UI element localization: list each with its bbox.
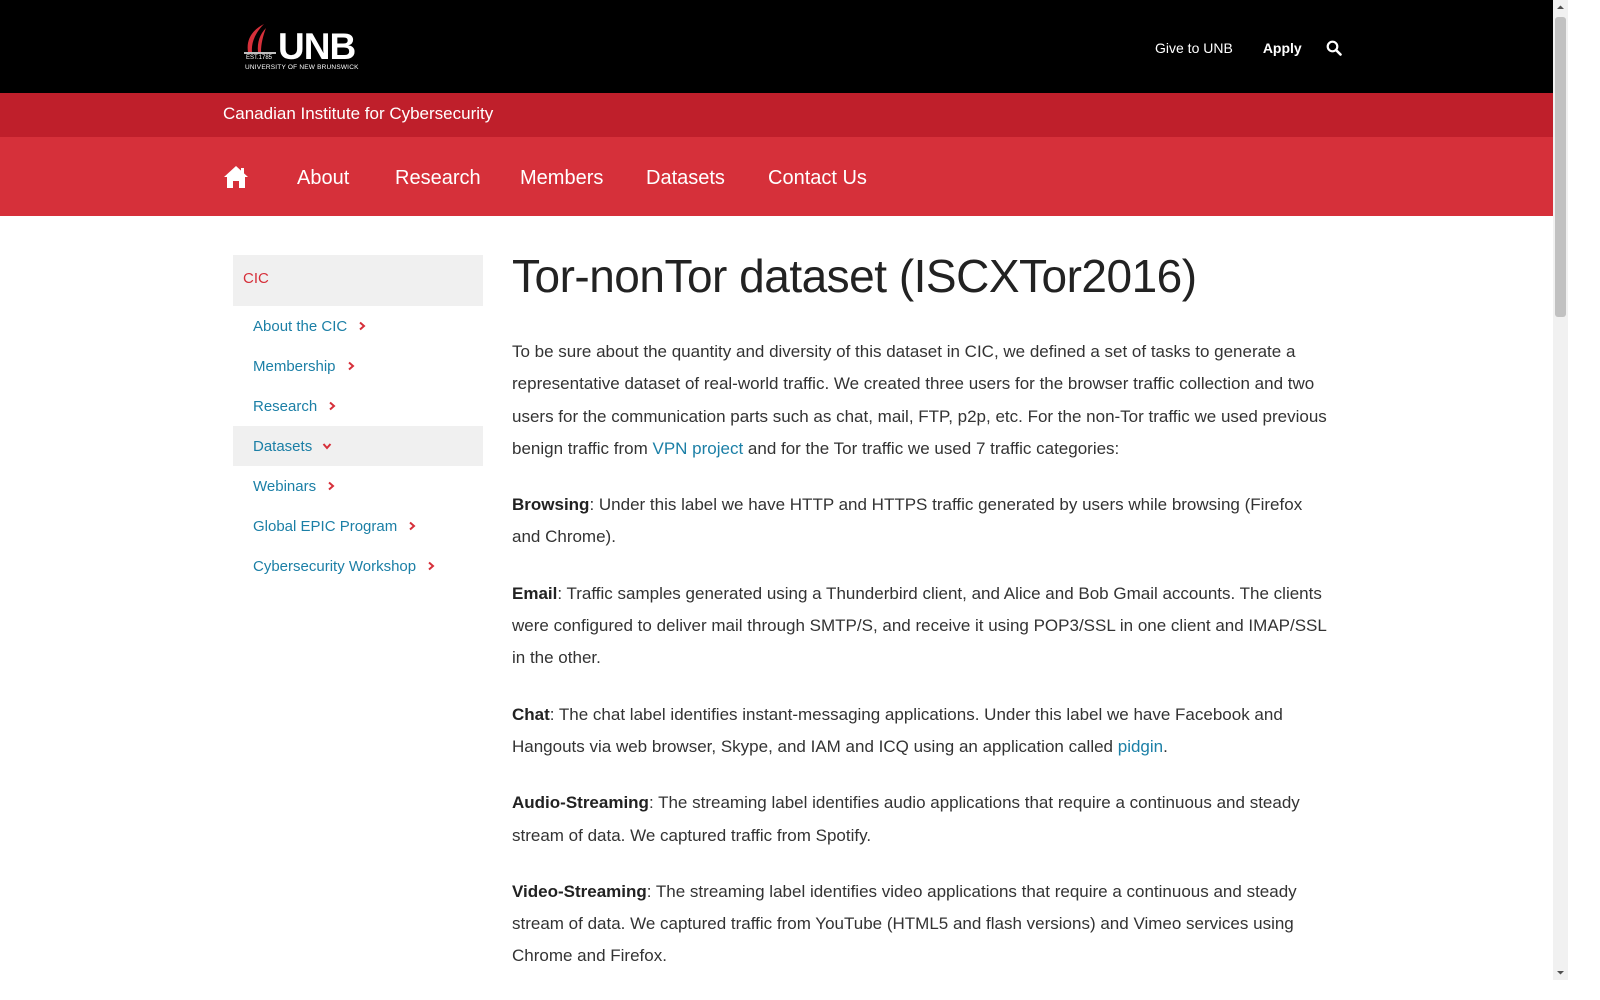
- pidgin-link[interactable]: pidgin: [1118, 737, 1163, 756]
- sidebar-item-research[interactable]: Research: [233, 386, 483, 426]
- main-nav: About Research Members Datasets Contact …: [0, 137, 1553, 216]
- sidebar: CIC About the CIC Membership Research Da…: [233, 255, 483, 586]
- sidebar-item-label: Datasets: [253, 437, 313, 455]
- chat-paragraph: Chat: The chat label identifies instant-…: [512, 699, 1327, 764]
- sidebar-item-webinars[interactable]: Webinars: [233, 466, 483, 506]
- top-bar: UNB EST.1785 UNIVERSITY OF NEW BRUNSWICK…: [0, 0, 1553, 93]
- logo-est: EST.1785: [246, 55, 273, 61]
- sidebar-item-label: Webinars: [253, 477, 317, 495]
- chat-text-end: .: [1163, 736, 1168, 756]
- sidebar-item-datasets[interactable]: Datasets: [233, 426, 483, 466]
- audio-streaming-paragraph: Audio-Streaming: The streaming label ide…: [512, 787, 1327, 852]
- scroll-down-arrow-icon[interactable]: [1553, 965, 1568, 980]
- give-to-unb-link[interactable]: Give to UNB: [1155, 40, 1233, 56]
- chevron-down-icon: [322, 443, 332, 450]
- unb-logo[interactable]: UNB EST.1785 UNIVERSITY OF NEW BRUNSWICK: [242, 22, 366, 74]
- sidebar-item-label: Global EPIC Program: [253, 517, 398, 535]
- page-title: Tor-nonTor dataset (ISCXTor2016): [512, 250, 1197, 302]
- chevron-right-icon: [328, 481, 335, 491]
- video-streaming-label: Video-Streaming: [512, 881, 647, 901]
- scroll-thumb[interactable]: [1555, 17, 1566, 317]
- sidebar-item-global-epic-program[interactable]: Global EPIC Program: [233, 506, 483, 546]
- main-content: Tor-nonTor dataset (ISCXTor2016) To be s…: [512, 248, 1327, 997]
- sail-icon: [244, 24, 276, 54]
- video-streaming-paragraph: Video-Streaming: The streaming label ide…: [512, 876, 1327, 973]
- home-icon[interactable]: [223, 165, 249, 189]
- nav-contact-us[interactable]: Contact Us: [768, 167, 867, 190]
- top-links: Give to UNB Apply: [1155, 38, 1342, 58]
- chevron-right-icon: [329, 401, 336, 411]
- browsing-text: : Under this label we have HTTP and HTTP…: [512, 495, 1303, 547]
- logo-subtitle: UNIVERSITY OF NEW BRUNSWICK: [245, 64, 359, 71]
- apply-link[interactable]: Apply: [1263, 40, 1302, 56]
- sidebar-item-label: Membership: [253, 357, 336, 375]
- intro-text-end: and for the Tor traffic we used 7 traffi…: [743, 438, 1120, 458]
- scroll-up-arrow-icon[interactable]: [1553, 0, 1568, 15]
- sidebar-item-label: About the CIC: [253, 317, 348, 335]
- browsing-label: Browsing: [512, 495, 590, 515]
- chevron-right-icon: [347, 361, 355, 371]
- search-icon[interactable]: [1326, 40, 1342, 56]
- chevron-right-icon: [359, 321, 366, 331]
- nav-about[interactable]: About: [297, 167, 349, 190]
- logo-wordmark: UNB: [278, 26, 356, 67]
- sidebar-heading[interactable]: CIC: [233, 255, 483, 306]
- page-scrollbar[interactable]: [1553, 0, 1568, 980]
- sidebar-item-cybersecurity-workshop[interactable]: Cybersecurity Workshop: [233, 546, 483, 586]
- site-title[interactable]: Canadian Institute for Cybersecurity: [223, 104, 493, 124]
- nav-research[interactable]: Research: [395, 167, 481, 190]
- audio-streaming-label: Audio-Streaming: [512, 793, 649, 813]
- sidebar-item-membership[interactable]: Membership: [233, 346, 483, 386]
- browsing-paragraph: Browsing: Under this label we have HTTP …: [512, 489, 1327, 554]
- email-label: Email: [512, 583, 558, 603]
- vpn-project-link[interactable]: VPN project: [652, 439, 743, 458]
- site-title-bar: Canadian Institute for Cybersecurity: [0, 93, 1553, 137]
- chevron-right-icon: [409, 521, 416, 531]
- chevron-right-icon: [428, 561, 435, 571]
- nav-datasets[interactable]: Datasets: [646, 167, 725, 190]
- nav-members[interactable]: Members: [520, 167, 603, 190]
- email-paragraph: Email: Traffic samples generated using a…: [512, 578, 1327, 675]
- sidebar-item-about-the-cic[interactable]: About the CIC: [233, 306, 483, 346]
- sidebar-item-label: Research: [253, 397, 318, 415]
- chat-label: Chat: [512, 704, 550, 724]
- intro-paragraph: To be sure about the quantity and divers…: [512, 336, 1327, 465]
- email-text: : Traffic samples generated using a Thun…: [512, 583, 1327, 668]
- sidebar-item-label: Cybersecurity Workshop: [253, 557, 417, 575]
